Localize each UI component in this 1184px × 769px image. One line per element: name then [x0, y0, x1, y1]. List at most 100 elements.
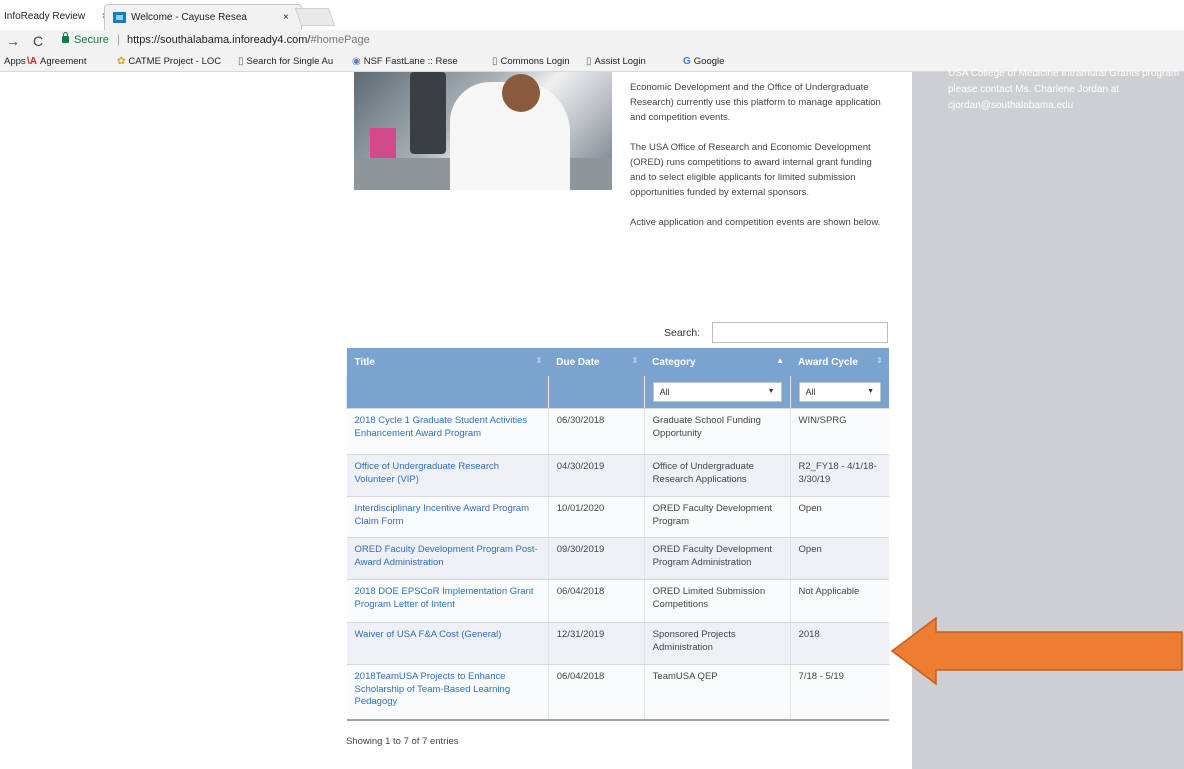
column-header-due-date[interactable]: Due Date ⇕	[548, 348, 645, 376]
cell-award-cycle: WIN/SPRG	[789, 408, 889, 455]
cell-award-cycle: Open	[789, 496, 889, 538]
tab-welcome-cayuse[interactable]: Welcome - Cayuse Resea ×	[104, 4, 302, 30]
cell-award-cycle: 2018	[789, 622, 889, 665]
filter-cell-empty	[547, 376, 645, 409]
column-header-label: Award Cycle	[798, 356, 858, 368]
award-cycle-filter-select[interactable]: All ▼	[798, 382, 881, 402]
cell-due-date: 06/04/2018	[547, 579, 645, 623]
event-link[interactable]: ORED Faculty Development Program Post-Aw…	[355, 544, 538, 568]
bookmark-label: Commons Login	[500, 56, 570, 67]
cell-category: Office of Undergraduate Research Applica…	[643, 454, 791, 497]
bookmark-commons-login[interactable]: ▯ Commons Login	[492, 55, 570, 69]
sort-icon[interactable]: ⇕	[876, 356, 883, 365]
tab-title: InfoReady Review	[4, 11, 86, 22]
back-arrow-icon[interactable]: →	[6, 32, 20, 50]
event-link[interactable]: 2018 DOE EPSCoR Implementation Grant Pro…	[355, 586, 534, 610]
new-tab-button[interactable]	[294, 8, 336, 26]
bookmark-agreement[interactable]: \A Agreement	[27, 55, 86, 69]
cell-award-cycle: Open	[789, 537, 889, 580]
filter-value: All	[805, 387, 816, 397]
cell-category: ORED Limited Submission Competitions	[643, 579, 791, 623]
table-row: Interdisciplinary Incentive Award Progra…	[346, 496, 889, 538]
google-logo-icon: G	[683, 56, 691, 67]
page-icon: ▯	[492, 56, 498, 67]
event-link[interactable]: 2018TeamUSA Projects to Enhance Scholars…	[355, 671, 511, 707]
bookmark-google[interactable]: G Google	[683, 55, 724, 69]
column-header-label: Title	[354, 356, 375, 368]
event-link[interactable]: Office of Undergraduate Research Volunte…	[355, 461, 500, 485]
cell-due-date: 06/04/2018	[547, 664, 645, 721]
secure-label[interactable]: Secure	[74, 34, 109, 46]
events-table: Title ⇕ Due Date ⇕ Category ▲ Award Cycle ⇕ …	[346, 348, 889, 721]
cell-award-cycle: 7/18 - 5/19	[789, 664, 889, 721]
bookmark-label: CATME Project - LOC	[128, 56, 222, 67]
url-separator: |	[117, 32, 121, 46]
bookmark-assist-login[interactable]: ▯ Assist Login	[586, 55, 646, 69]
cell-due-date: 06/30/2018	[547, 408, 645, 455]
cell-award-cycle: R2_FY18 - 4/1/18-3/30/19	[789, 454, 889, 497]
bookmark-search-single-author[interactable]: ▯ Search for Single Au	[238, 55, 333, 69]
orange-arrow-annotation	[890, 616, 1183, 686]
search-label: Search:	[664, 327, 701, 339]
bookmark-apps[interactable]: Apps	[4, 55, 26, 69]
cell-title: 2018 DOE EPSCoR Implementation Grant Pro…	[346, 579, 549, 623]
cell-title: Interdisciplinary Incentive Award Progra…	[346, 496, 549, 538]
event-link[interactable]: 2018 Cycle 1 Graduate Student Activities…	[355, 415, 528, 439]
bookmark-label: Agreement	[40, 56, 87, 67]
cell-category: ORED Faculty Development Program	[643, 496, 791, 538]
sidebar-contact-text: USA College of Medicine Intramural Grant…	[948, 68, 1180, 111]
intro-paragraph: The USA Office of Research and Economic …	[630, 142, 872, 198]
column-header-award-cycle[interactable]: Award Cycle ⇕	[790, 348, 889, 376]
microscope	[410, 72, 446, 154]
bookmark-label: Google	[693, 56, 725, 67]
url-base: https://southalabama.infoready4.com/	[127, 34, 311, 46]
lock-icon[interactable]	[62, 32, 69, 43]
cell-title: ORED Faculty Development Program Post-Aw…	[346, 537, 549, 580]
cayuse-favicon-icon	[113, 12, 126, 23]
column-header-label: Category	[652, 356, 696, 368]
bookmark-catme[interactable]: ✿ CATME Project - LOC	[117, 55, 221, 69]
hero-lab-photo	[354, 72, 612, 190]
cell-category: ORED Faculty Development Program Adminis…	[643, 537, 791, 580]
bookmark-label: Assist Login	[594, 56, 646, 67]
arrow-shape	[890, 616, 1183, 686]
cell-due-date: 04/30/2019	[547, 454, 645, 497]
cell-category: TeamUSA QEP	[643, 664, 791, 721]
table-row: 2018 DOE EPSCoR Implementation Grant Pro…	[346, 579, 889, 623]
intro-paragraph: Economic Development and the Office of U…	[630, 82, 881, 123]
tab-close-icon[interactable]: ×	[283, 5, 289, 31]
intro-text: Economic Development and the Office of U…	[630, 80, 890, 245]
page-icon: ▯	[586, 56, 592, 67]
agreement-logo-icon: \A	[27, 56, 37, 67]
filter-cell-empty	[346, 376, 549, 409]
catme-logo-icon: ✿	[117, 56, 126, 67]
sort-icon[interactable]: ⇕	[631, 356, 638, 365]
event-link[interactable]: Interdisciplinary Incentive Award Progra…	[355, 503, 530, 527]
cell-category: Graduate School Funding Opportunity	[643, 408, 791, 455]
cell-award-cycle: Not Applicable	[789, 579, 889, 623]
url-field[interactable]: https://southalabama.infoready4.com/#hom…	[127, 34, 370, 46]
sort-ascending-icon[interactable]: ▲	[776, 356, 784, 365]
category-filter-select[interactable]: All ▼	[652, 382, 782, 402]
bookmark-nsf-fastlane[interactable]: ◉ NSF FastLane :: Rese	[352, 55, 458, 69]
filter-cell-category: All ▼	[643, 376, 791, 409]
cell-due-date: 12/31/2019	[547, 622, 645, 665]
chevron-down-icon: ▼	[767, 388, 775, 395]
cell-due-date: 09/30/2019	[547, 537, 645, 580]
event-link[interactable]: Waiver of USA F&A Cost (General)	[355, 629, 502, 640]
column-header-category[interactable]: Category ▲	[644, 348, 791, 376]
reload-icon[interactable]: C	[33, 32, 43, 50]
test-tubes	[370, 128, 396, 158]
search-input[interactable]	[712, 322, 888, 343]
table-row: Office of Undergraduate Research Volunte…	[346, 454, 889, 497]
filter-value: All	[659, 387, 670, 397]
cell-title: Office of Undergraduate Research Volunte…	[346, 454, 549, 497]
table-row: ORED Faculty Development Program Post-Aw…	[346, 537, 889, 580]
table-row: 2018 Cycle 1 Graduate Student Activities…	[346, 408, 889, 455]
cell-due-date: 10/01/2020	[547, 496, 645, 538]
sort-icon[interactable]: ⇕	[536, 356, 543, 365]
tab-inforeday-review[interactable]: InfoReady Review ×	[4, 4, 112, 30]
column-header-title[interactable]: Title ⇕	[346, 348, 549, 376]
cell-title: 2018TeamUSA Projects to Enhance Scholars…	[346, 664, 549, 721]
intro-paragraph: Active application and competition event…	[630, 217, 881, 228]
